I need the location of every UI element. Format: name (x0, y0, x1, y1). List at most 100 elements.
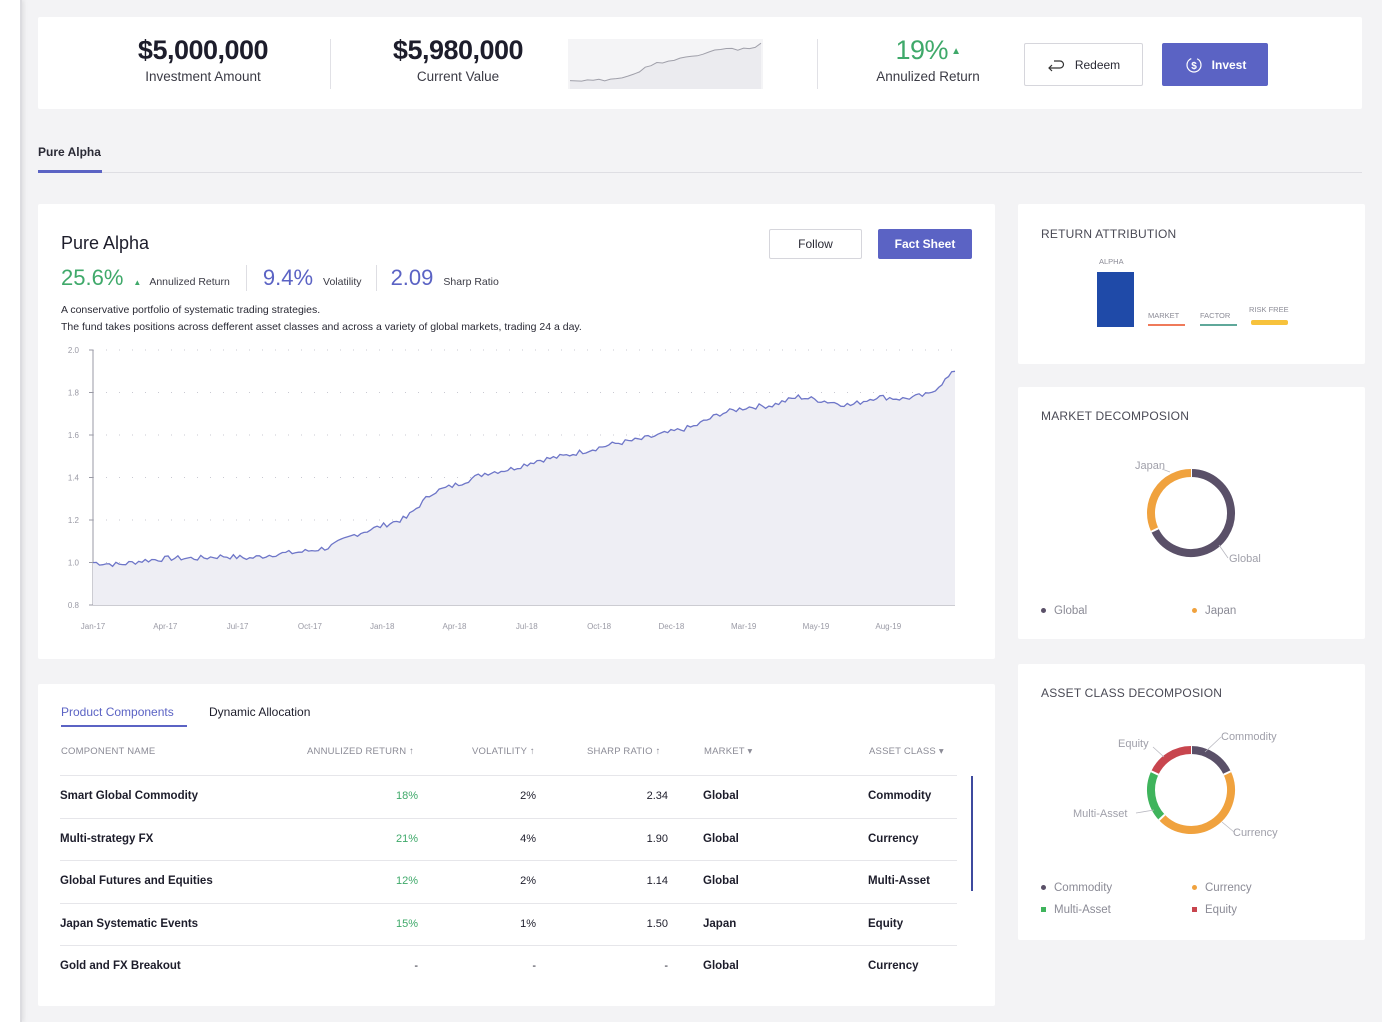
asset-decomposition-title: ASSET CLASS DECOMPOSION (1041, 686, 1223, 700)
fund-card: Pure Alpha Follow Fact Sheet 25.6% ▲ Ann… (38, 204, 995, 659)
tab-active-indicator (61, 725, 187, 727)
fund-volatility-value: 9.4% (262, 265, 314, 290)
annualized-return-value: 19% ▲ (895, 35, 961, 65)
cell-name: Gold and FX Breakout (60, 960, 181, 972)
tab-product-components[interactable]: Product Components (61, 705, 174, 719)
donut-label: Global (1229, 553, 1261, 565)
donut-label: Commodity (1221, 731, 1277, 743)
x-tick-label: Jul-18 (516, 622, 538, 631)
cell-sharp: - (664, 960, 668, 972)
alpha-label: ALPHA (1099, 257, 1124, 266)
factor-label: FACTOR (1200, 311, 1231, 320)
donut-label: Multi-Asset (1073, 808, 1127, 820)
legend-label: Currency (1205, 882, 1252, 894)
cell-ret: - (414, 960, 418, 972)
legend-global: Global (1041, 605, 1087, 617)
up-arrow-icon: ▲ (133, 278, 142, 287)
table-row[interactable]: Japan Systematic Events 15% 1% 1.50 Japan Equ… (60, 902, 957, 945)
current-value-label: Current Value (416, 69, 500, 84)
asset-decomposition-card: ASSET CLASS DECOMPOSION Commodity Currenc… (1018, 664, 1365, 940)
follow-label: Follow (798, 237, 833, 251)
cell-ret: 12% (395, 875, 418, 887)
donut-slice-japan[interactable] (1147, 469, 1192, 532)
fund-title: Pure Alpha (61, 233, 150, 253)
legend-label: Global (1054, 605, 1088, 617)
x-tick-label: Aug-19 (875, 622, 901, 631)
y-tick-label: 1.6 (68, 431, 80, 440)
cell-asset: Commodity (868, 790, 932, 802)
donut-label: Currency (1233, 827, 1278, 839)
legend-marker (1192, 907, 1197, 913)
divider (375, 265, 377, 291)
cell-market: Global (703, 832, 739, 845)
table-row[interactable]: Smart Global Commodity 18% 2% 2.34 Global Com… (60, 775, 957, 817)
current-value-value: $5,980,000 (392, 35, 524, 65)
donut-slice-multi-asset[interactable] (1147, 771, 1165, 821)
cell-sharp: 2.34 (646, 790, 668, 802)
cell-ret: 21% (395, 832, 418, 845)
market-bar (1148, 324, 1185, 326)
fact-sheet-label: Fact Sheet (894, 237, 956, 251)
asset-donut-chart: Commodity Currency Multi-Asset Equity (1073, 731, 1278, 839)
cell-asset: Currency (868, 960, 919, 972)
market-decomposition-title: MARKET DECOMPOSION (1041, 409, 1190, 423)
legend-label: Commodity (1054, 882, 1113, 894)
cell-market: Global (703, 875, 739, 887)
sparkline-chart (568, 39, 763, 89)
redeem-label: Redeem (1074, 57, 1121, 72)
current-value-stat: $5,980,000 Current Value (363, 35, 553, 84)
table-row[interactable]: Multi-strategy FX 21% 4% 1.90 Global Currency (60, 817, 957, 860)
follow-button[interactable]: Follow (769, 229, 862, 259)
cell-name: Multi-strategy FX (60, 832, 154, 845)
annualized-return-label: Annulized Return (876, 69, 980, 84)
redeem-button[interactable]: Redeem (1024, 43, 1143, 86)
alpha-bar (1097, 272, 1134, 327)
fund-volatility-label: Volatility (323, 276, 362, 288)
legend-marker (1041, 608, 1046, 614)
legend-marker (1192, 885, 1197, 891)
col-header-asset[interactable]: ASSET CLASS ▾ (869, 746, 944, 757)
donut-slice-commodity[interactable] (1190, 746, 1231, 775)
return-attribution-title: RETURN ATTRIBUTION (1041, 227, 1177, 241)
col-header-sharp[interactable]: SHARP RATIO ↑ (587, 746, 661, 757)
x-tick-label: Oct-18 (587, 622, 612, 631)
col-header-market[interactable]: MARKET ▾ (704, 746, 752, 757)
x-tick-label: Jul-17 (227, 622, 249, 631)
cell-ret: 18% (395, 790, 418, 802)
divider (245, 265, 247, 291)
col-header-name[interactable]: COMPONENT NAME (61, 746, 155, 757)
donut-label: Equity (1118, 738, 1149, 750)
cell-name: Japan Systematic Events (60, 917, 199, 930)
col-header-volatility[interactable]: VOLATILITY ↑ (472, 746, 535, 757)
legend-equity: Equity (1192, 904, 1237, 916)
fund-description: A conservative portfolio of systematic t… (61, 302, 582, 336)
fact-sheet-button[interactable]: Fact Sheet (878, 229, 972, 259)
fund-sharp-label: Sharp Ratio (443, 276, 499, 288)
sort-up-icon: ↑ (409, 746, 415, 757)
y-tick-label: 1.8 (68, 389, 80, 398)
divider (817, 39, 818, 89)
x-tick-label: Jan-17 (81, 622, 106, 631)
tab-pure-alpha[interactable]: Pure Alpha (38, 145, 101, 159)
cell-vol: - (532, 960, 536, 972)
legend-label: Equity (1205, 904, 1237, 916)
cell-sharp: 1.14 (646, 875, 668, 887)
tab-dynamic-allocation[interactable]: Dynamic Allocation (209, 705, 310, 719)
fund-sharp-value: 2.09 (390, 265, 434, 290)
invest-button[interactable]: $ Invest (1162, 43, 1268, 86)
x-tick-label: Dec-18 (659, 622, 685, 631)
dropdown-icon: ▾ (938, 746, 944, 757)
performance-chart: 2.0 1.8 1.6 1.4 1.2 1.0 0.8 Jan-17 Apr-17 Jul-17 O… (68, 346, 956, 631)
fund-return-label: Annulized Return (149, 276, 230, 288)
table-scrollbar[interactable] (971, 776, 973, 891)
tab-active-indicator (38, 170, 102, 173)
cell-asset: Equity (868, 917, 904, 930)
col-header-volatility-label: VOLATILITY (472, 746, 527, 757)
y-tick-label: 1.2 (68, 516, 80, 525)
invest-icon: $ (1186, 56, 1202, 73)
table-row[interactable]: Gold and FX Breakout - - - Global Currency (60, 945, 957, 987)
donut-slice-currency[interactable] (1158, 771, 1235, 834)
table-row[interactable]: Global Futures and Equities 12% 2% 1.14 Glob… (60, 860, 957, 902)
cell-sharp: 1.50 (646, 917, 668, 930)
col-header-return[interactable]: ANNULIZED RETURN ↑ (307, 746, 414, 757)
